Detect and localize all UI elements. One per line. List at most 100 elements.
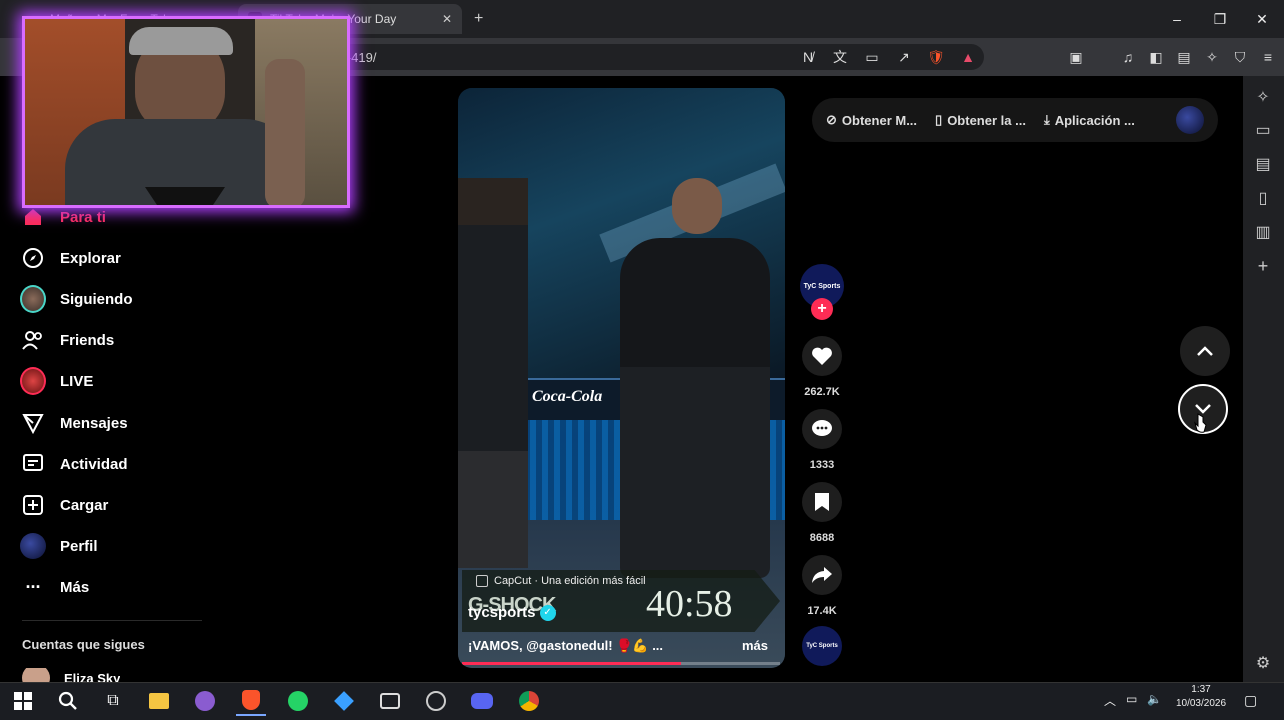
profile-avatar[interactable] xyxy=(1176,106,1204,134)
maximize-button[interactable]: ❐ xyxy=(1208,8,1232,30)
brave-browser-icon[interactable] xyxy=(236,686,266,716)
translate-icon[interactable]: 文 xyxy=(828,45,852,69)
sidebar-item-siguiendo[interactable]: Siguiendo xyxy=(20,284,133,314)
windows-start-icon[interactable] xyxy=(8,686,38,716)
network-icon[interactable]: ▭ xyxy=(1126,692,1137,709)
media-sidebar-icon[interactable]: ▭ xyxy=(1252,119,1274,141)
more-icon: ··· xyxy=(25,576,42,597)
wallet-sidebar-icon[interactable]: ▤ xyxy=(1252,153,1274,175)
cast-icon[interactable]: ▭ xyxy=(860,45,884,69)
pill-app[interactable]: ▯ Obtener la ... xyxy=(935,112,1026,128)
download-icon: ⤓ xyxy=(1043,112,1050,127)
comment-action[interactable]: 1333 xyxy=(800,409,844,471)
heart-icon[interactable] xyxy=(802,336,842,376)
vpn-icon[interactable]: ⛉ xyxy=(1228,45,1252,69)
volume-icon[interactable]: 🔈 xyxy=(1147,692,1162,709)
author-name: tycsports xyxy=(468,604,536,621)
file-explorer-icon[interactable] xyxy=(144,686,174,716)
share-icon[interactable]: ↗ xyxy=(892,45,916,69)
discord-icon[interactable] xyxy=(467,686,497,716)
sidebar-item-actividad[interactable]: Actividad xyxy=(20,449,128,479)
save-action[interactable]: 8688 xyxy=(800,482,844,544)
share-arrow-icon[interactable] xyxy=(802,555,842,595)
no-tracking-icon[interactable]: N̸ xyxy=(796,45,820,69)
person-center-head xyxy=(672,178,722,234)
divider xyxy=(22,620,202,621)
music-icon[interactable]: ♫ xyxy=(1116,45,1140,69)
music-disc-icon: TyC Sports xyxy=(802,626,842,666)
app-purple-icon[interactable] xyxy=(190,686,220,716)
video-author[interactable]: tycsports ✓ xyxy=(468,604,556,621)
pill-label: Obtener la ... xyxy=(947,112,1026,128)
reading-list-icon[interactable]: ▥ xyxy=(1252,221,1274,243)
avatar-icon xyxy=(20,285,46,313)
previous-video-button[interactable] xyxy=(1180,326,1230,376)
address-icons: N̸ 文 ▭ ↗ 🛡 ▲ xyxy=(796,45,980,69)
leo-ai-icon[interactable]: ✧ xyxy=(1200,45,1224,69)
get-app-bar: ⊘ Obtener M... ▯ Obtener la ... ⤓ Aplicació… xyxy=(812,98,1218,142)
menu-icon[interactable]: ≡ xyxy=(1256,45,1280,69)
verified-icon: ✓ xyxy=(539,604,556,621)
video-player[interactable]: Coca-Cola sa G-SHOCK 40:58 CapCut · Una … xyxy=(458,88,785,668)
wallet-icon[interactable]: ▤ xyxy=(1172,45,1196,69)
clock-date: 10/03/2026 xyxy=(1175,698,1227,709)
friends-icon xyxy=(20,327,46,353)
chrome-icon[interactable] xyxy=(514,686,544,716)
share-action[interactable]: 17.4K xyxy=(800,555,844,617)
like-action[interactable]: 262.7K xyxy=(800,336,844,398)
clock[interactable]: 1:37 10/03/2026 xyxy=(1170,684,1232,709)
app-gauge-icon[interactable] xyxy=(421,686,451,716)
sidebar-item-label: Cargar xyxy=(60,496,109,514)
sidebar-item-mas[interactable]: ··· Más xyxy=(20,572,90,602)
app-window-icon[interactable] xyxy=(375,686,405,716)
frame-ornament xyxy=(145,187,225,205)
minimize-button[interactable]: – xyxy=(1165,8,1189,30)
bookmarks-sidebar-icon[interactable]: ▯ xyxy=(1252,187,1274,209)
phone-icon: ▯ xyxy=(935,112,943,127)
person-arm xyxy=(265,59,305,205)
notifications-icon[interactable]: ▢ xyxy=(1244,692,1257,709)
whatsapp-icon[interactable] xyxy=(283,686,313,716)
pill-coins[interactable]: ⊘ Obtener M... xyxy=(826,112,917,128)
leo-sidebar-icon[interactable]: ✧ xyxy=(1252,86,1274,108)
capcut-icon xyxy=(476,575,488,587)
brave-rewards-icon[interactable]: ▲ xyxy=(956,45,980,69)
sidebar-item-label: Mensajes xyxy=(60,414,128,432)
sidebar-item-label: Perfil xyxy=(60,537,98,555)
bookmark-icon[interactable] xyxy=(802,482,842,522)
comment-count: 1333 xyxy=(809,459,835,471)
sidebar-item-live[interactable]: LIVE xyxy=(20,366,93,396)
progress-track[interactable] xyxy=(462,662,780,665)
caption-more-button[interactable]: más xyxy=(742,638,768,653)
close-tab-icon[interactable]: ✕ xyxy=(442,12,452,26)
pill-download[interactable]: ⤓ Aplicación ... xyxy=(1044,112,1135,128)
stage-brand-1: Coca-Cola xyxy=(532,388,603,405)
sidebar-item-cargar[interactable]: Cargar xyxy=(20,490,108,520)
comment-icon[interactable] xyxy=(802,409,842,449)
new-tab-button[interactable]: + xyxy=(474,10,483,28)
search-icon[interactable] xyxy=(53,686,83,716)
activity-icon xyxy=(20,451,46,477)
close-window-button[interactable]: ✕ xyxy=(1250,8,1274,30)
sound-disc[interactable]: TyC Sports xyxy=(800,626,844,666)
settings-gear-icon[interactable]: ⚙ xyxy=(1252,652,1274,674)
task-view-icon[interactable]: ⧉ xyxy=(98,686,128,716)
toolbar-icons: ▣ ♫ ◧ ▤ ✧ ⛉ ≡ xyxy=(1064,45,1280,69)
brave-shield-icon[interactable]: 🛡 xyxy=(924,45,948,69)
sidebar-toggle-icon[interactable]: ◧ xyxy=(1144,45,1168,69)
clock-time: 1:37 xyxy=(1191,684,1211,695)
sidebar-item-perfil[interactable]: Perfil xyxy=(20,531,98,561)
sidebar-item-label: Siguiendo xyxy=(60,290,133,308)
sidebar-item-mensajes[interactable]: Mensajes xyxy=(20,408,128,438)
follow-plus-icon[interactable]: + xyxy=(811,298,833,320)
sidebar-item-friends[interactable]: Friends xyxy=(20,325,114,355)
live-avatar-icon xyxy=(20,367,46,395)
creator-avatar[interactable]: TyC Sports + xyxy=(800,264,844,320)
sidebar-item-explorar[interactable]: Explorar xyxy=(20,243,121,273)
capcut-badge[interactable]: CapCut · Una edición más fácil xyxy=(476,572,646,590)
tray-chevron-up-icon[interactable]: ︿ xyxy=(1104,692,1116,709)
add-sidebar-icon[interactable]: + xyxy=(1252,255,1274,277)
app-diamond-icon[interactable] xyxy=(329,686,359,716)
compass-icon xyxy=(20,245,46,271)
reader-icon[interactable]: ▣ xyxy=(1064,45,1088,69)
